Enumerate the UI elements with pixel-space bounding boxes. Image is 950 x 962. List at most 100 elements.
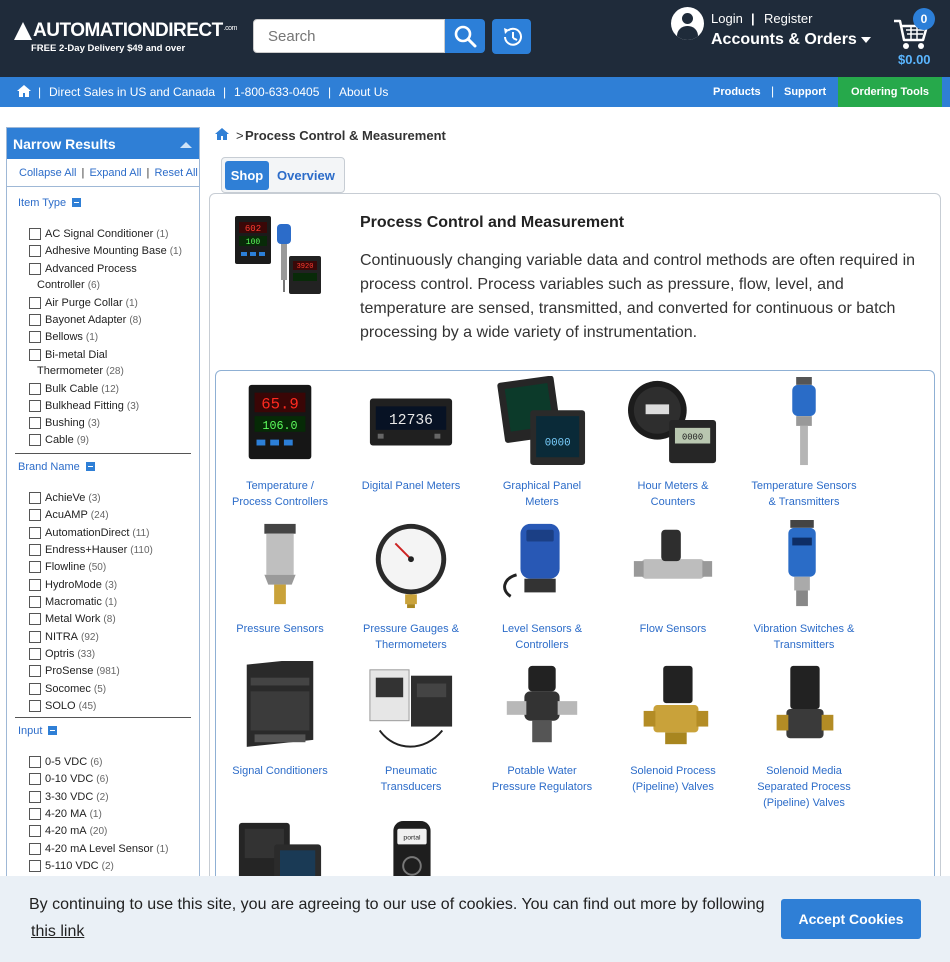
search-history-button[interactable] [492,19,531,54]
category-tile[interactable]: Flow Sensors [612,519,734,649]
facet-option[interactable]: Air Purge Collar (1) [29,295,138,312]
facet-option[interactable]: Macromatic (1) [29,594,117,611]
facet-option[interactable]: 4-20 mA Level Sensor (1) [29,841,168,858]
facet-checkbox[interactable] [29,527,41,539]
pressure-sensor-image[interactable] [235,519,325,611]
category-link[interactable]: Hour Meters & Counters [612,478,734,510]
media-separated-valve-image[interactable] [759,661,849,753]
facet-option[interactable]: 0-10 VDC (6) [29,771,109,788]
nav-ordering-tools[interactable]: Ordering Tools [838,77,942,107]
facet-option[interactable]: Adhesive Mounting Base (1) [29,243,182,260]
facet-checkbox[interactable] [29,843,41,855]
minus-icon[interactable] [48,725,58,735]
category-tile[interactable]: Pneumatic Transducers [350,661,472,793]
category-tile[interactable]: Temperature Sensors & Transmitters [743,376,865,508]
facet-option[interactable]: 4-20 MA (1) [29,806,102,823]
facet-checkbox[interactable] [29,756,41,768]
facet-option[interactable]: 0-5 VDC (6) [29,754,102,771]
facet-checkbox[interactable] [29,245,41,257]
facet-checkbox[interactable] [29,263,41,275]
facet-option[interactable]: Flowline (50) [29,559,106,576]
category-tile[interactable]: Potable Water Pressure Regulators [481,661,603,793]
facet-option[interactable]: AC Signal Conditioner (1) [29,226,168,243]
facet-option[interactable]: AcuAMP (24) [29,507,109,524]
category-tile[interactable]: 0000 Hour Meters & Counters [612,376,734,508]
signal-conditioner-image[interactable] [235,661,325,753]
category-tile[interactable]: 65.9 106.0 Temperature / Process Controller… [219,376,341,508]
category-link[interactable]: Level Sensors & Controllers [481,621,603,653]
category-tile[interactable]: Solenoid Media Separated Process (Pipeline… [743,661,865,809]
category-tile[interactable]: 12736 Digital Panel Meters [350,376,472,506]
collapse-all-link[interactable]: Collapse All [19,167,76,179]
facet-checkbox[interactable] [29,297,41,309]
minus-icon[interactable] [85,461,95,471]
facet-option[interactable]: 5-110 VDC (2) [29,858,114,875]
facet-option[interactable]: Bayonet Adapter (8) [29,312,142,329]
category-tile[interactable]: 0000 Graphical Panel Meters [481,376,603,508]
facet-checkbox[interactable] [29,825,41,837]
pressure-gauge-image[interactable] [366,519,456,611]
facet-option[interactable]: Advanced Process Controller (6) [29,261,137,294]
facet-option[interactable]: 3-30 VDC (2) [29,789,109,806]
facet-option[interactable]: Metal Work (8) [29,611,116,628]
facet-checkbox[interactable] [29,331,41,343]
facet-checkbox[interactable] [29,400,41,412]
category-link[interactable]: Solenoid Process (Pipeline) Valves [612,763,734,795]
category-link[interactable]: Pressure Sensors [219,621,341,637]
category-link[interactable]: Potable Water Pressure Regulators [481,763,603,795]
nav-support[interactable]: Support [784,86,826,98]
facet-option[interactable]: AchieVe (3) [29,490,101,507]
category-link[interactable]: Digital Panel Meters [350,478,472,494]
category-link[interactable]: Signal Conditioners [219,763,341,779]
facet-checkbox[interactable] [29,773,41,785]
facet-checkbox[interactable] [29,596,41,608]
facet-option[interactable]: NITRA (92) [29,629,99,646]
cookie-policy-link[interactable]: this link [31,923,84,941]
facet-option[interactable]: Bushing (3) [29,415,100,432]
category-link[interactable]: Pressure Gauges & Thermometers [350,621,472,653]
pneumatic-transducer-image[interactable] [366,661,456,753]
digital-panel-meter-image[interactable]: 12736 [366,376,456,468]
facet-checkbox[interactable] [29,509,41,521]
facet-checkbox[interactable] [29,434,41,446]
accounts-orders-menu[interactable]: Accounts & Orders [711,31,871,49]
cart-total[interactable]: $0.00 [898,52,931,67]
category-tile[interactable]: Pressure Sensors [219,519,341,649]
facet-option[interactable]: Bi-metal Dial Thermometer (28) [29,347,124,380]
account-icon[interactable] [671,7,704,40]
cart-count-badge[interactable]: 0 [913,8,935,30]
login-link[interactable]: Login [711,11,743,26]
search-input[interactable] [253,19,445,53]
breadcrumb-home-icon[interactable] [215,127,229,141]
facet-checkbox[interactable] [29,561,41,573]
facet-title[interactable]: Input [18,725,58,737]
facet-checkbox[interactable] [29,700,41,712]
facet-title[interactable]: Item Type [18,197,82,209]
category-link[interactable]: Flow Sensors [612,621,734,637]
facet-checkbox[interactable] [29,228,41,240]
facet-option[interactable]: Cable (9) [29,432,89,449]
facet-checkbox[interactable] [29,808,41,820]
facet-checkbox[interactable] [29,791,41,803]
facet-checkbox[interactable] [29,492,41,504]
facet-option[interactable]: Bulkhead Fitting (3) [29,398,139,415]
category-link[interactable]: Temperature Sensors & Transmitters [743,478,865,510]
category-link[interactable]: Pneumatic Transducers [350,763,472,795]
reset-all-link[interactable]: Reset All [154,167,197,179]
facet-checkbox[interactable] [29,544,41,556]
category-tile[interactable]: Signal Conditioners [219,661,341,791]
facet-checkbox[interactable] [29,631,41,643]
category-tile[interactable]: Level Sensors & Controllers [481,519,603,651]
home-icon[interactable] [17,84,31,98]
category-link[interactable]: Temperature / Process Controllers [219,478,341,510]
flow-sensor-image[interactable] [628,519,718,611]
facet-option[interactable]: Optris (33) [29,646,95,663]
category-link[interactable]: Graphical Panel Meters [481,478,603,510]
vibration-switch-image[interactable] [759,519,849,611]
collapse-arrow-icon[interactable] [180,142,192,148]
expand-all-link[interactable]: Expand All [89,167,141,179]
facet-checkbox[interactable] [29,383,41,395]
facet-checkbox[interactable] [29,648,41,660]
nav-phone[interactable]: 1-800-633-0405 [234,85,319,99]
tab-overview[interactable]: Overview [277,168,335,183]
